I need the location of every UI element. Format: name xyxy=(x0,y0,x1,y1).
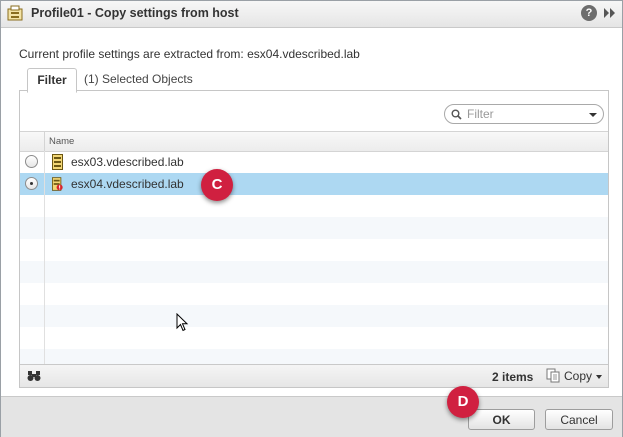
table-row[interactable]: esx03.vdescribed.lab xyxy=(20,151,608,173)
tab-selected-objects[interactable]: (1) Selected Objects xyxy=(84,68,204,91)
empty-row xyxy=(20,327,608,349)
host-name: esx03.vdescribed.lab xyxy=(71,155,184,169)
host-name: esx04.vdescribed.lab xyxy=(71,177,184,191)
empty-row xyxy=(20,349,608,364)
help-icon[interactable]: ? xyxy=(581,5,597,21)
host-icon xyxy=(52,154,63,170)
host-warning-icon xyxy=(52,177,63,191)
empty-row xyxy=(20,217,608,239)
search-icon xyxy=(451,109,462,120)
column-header-name[interactable]: Name xyxy=(49,136,74,147)
filter-row: Filter xyxy=(20,91,608,131)
extract-source-text: Current profile settings are extracted f… xyxy=(19,47,360,61)
row-radio[interactable] xyxy=(25,155,38,168)
object-panel: Filter Name esx03.vdescribed.lab esx04.v… xyxy=(19,90,609,388)
copy-button[interactable]: Copy xyxy=(546,367,604,385)
row-radio[interactable] xyxy=(25,177,38,190)
annotation-badge-c: C xyxy=(201,169,233,201)
empty-row xyxy=(20,239,608,261)
copy-label: Copy xyxy=(564,369,593,383)
empty-row xyxy=(20,261,608,283)
filter-placeholder: Filter xyxy=(467,107,494,121)
hosts-grid: Name esx03.vdescribed.lab esx04.vdescrib… xyxy=(20,131,608,364)
empty-row xyxy=(20,305,608,327)
items-count: 2 items xyxy=(492,370,534,384)
copy-settings-dialog: Profile01 - Copy settings from host ? Cu… xyxy=(0,0,623,437)
dialog-content: Current profile settings are extracted f… xyxy=(1,28,622,395)
annotation-badge-d: D xyxy=(447,386,479,418)
title-bar: Profile01 - Copy settings from host ? xyxy=(1,1,622,28)
dialog-footer: OK Cancel xyxy=(1,396,622,437)
expand-icon[interactable] xyxy=(603,7,617,19)
row-select-cell xyxy=(20,151,45,173)
grid-rows: esx03.vdescribed.lab esx04.vdescribed.la… xyxy=(20,151,608,364)
filter-input[interactable]: Filter xyxy=(444,104,604,124)
ok-button[interactable]: OK xyxy=(468,409,535,430)
cancel-button[interactable]: Cancel xyxy=(545,409,613,430)
row-select-cell xyxy=(20,173,45,195)
tab-filter[interactable]: Filter xyxy=(27,68,77,93)
grid-footer: 2 items Copy xyxy=(20,364,608,387)
empty-row xyxy=(20,283,608,305)
empty-row xyxy=(20,195,608,217)
grid-header: Name xyxy=(20,131,608,152)
host-profile-icon xyxy=(7,5,23,21)
chevron-down-icon xyxy=(596,375,602,379)
mouse-cursor-icon xyxy=(176,313,189,332)
binoculars-icon[interactable] xyxy=(27,369,41,382)
select-column-header xyxy=(20,132,45,151)
chevron-down-icon[interactable] xyxy=(589,113,597,117)
window-title: Profile01 - Copy settings from host xyxy=(31,6,239,20)
copy-icon xyxy=(546,368,560,383)
table-row[interactable]: esx04.vdescribed.lab xyxy=(20,173,608,195)
